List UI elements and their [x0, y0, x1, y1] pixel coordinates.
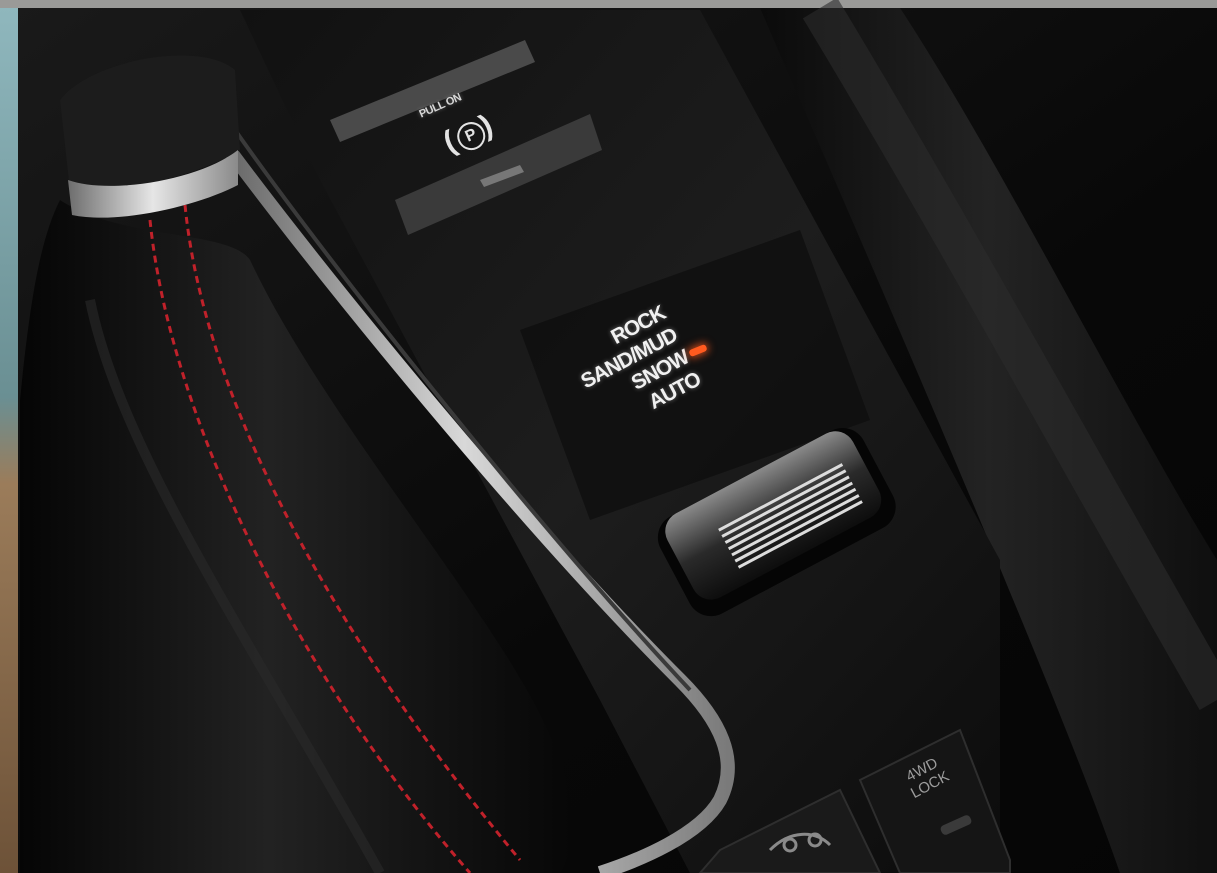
- shift-knob: [60, 55, 240, 218]
- console-scene: [0, 0, 1217, 873]
- vehicle-center-console-photo: PULL ON ( P ) ROCK SAND/MUD SNOW AUTO 4W…: [0, 0, 1217, 873]
